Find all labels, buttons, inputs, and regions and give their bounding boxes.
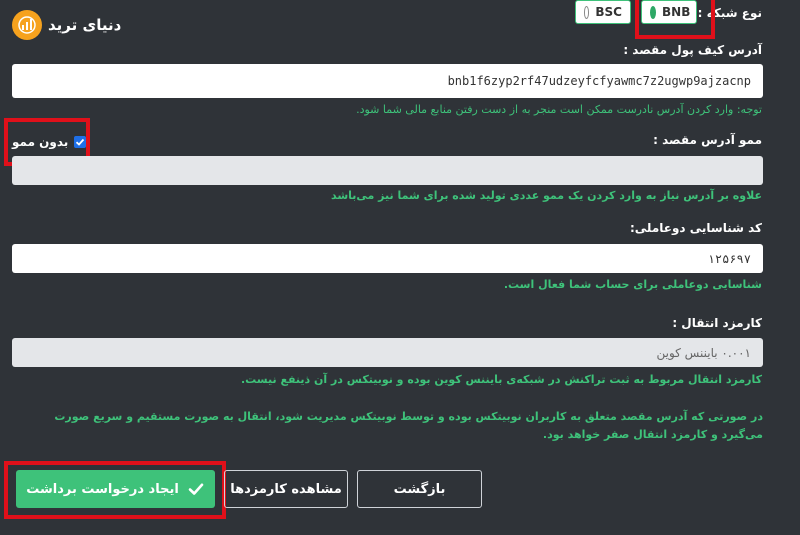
logo-icon (12, 10, 42, 40)
check-icon (76, 138, 85, 146)
memo-hint: علاوه بر آدرس نیاز به وارد کردن یک ممو ع… (330, 189, 762, 202)
view-fees-button[interactable]: مشاهده کارمزدها (224, 470, 348, 508)
fee-value: ۰.۰۰۱ بایننس کوین (656, 345, 751, 360)
wallet-address-warning: توجه: وارد کردن آدرس نادرست ممکن است منج… (356, 103, 762, 116)
check-icon (188, 483, 204, 495)
create-withdrawal-label: ایجاد درخواست برداشت (26, 481, 179, 497)
logo[interactable]: دنیای ترید (12, 8, 121, 42)
wallet-address-label: آدرس کیف پول مقصد : (623, 43, 762, 57)
internal-transfer-note: در صورتی که آدرس مقصد متعلق به کاربران ن… (54, 410, 763, 441)
no-memo-checkbox[interactable] (74, 136, 87, 148)
network-option-bnb[interactable]: BNB (641, 0, 697, 24)
network-option-bsc[interactable]: BSC (575, 0, 631, 24)
no-memo-checkbox-row[interactable]: بدون ممو (12, 134, 87, 150)
no-memo-label: بدون ممو (12, 135, 69, 149)
radio-unselected-icon (584, 5, 590, 19)
two-factor-value: ۱۲۵۶۹۷ (707, 251, 751, 266)
back-label: بازگشت (393, 481, 446, 497)
fee-hint: کارمزد انتقال مربوط به ثبت تراکنش در شبک… (240, 373, 762, 386)
memo-label: ممو آدرس مقصد : (653, 133, 762, 147)
memo-input[interactable] (12, 156, 763, 185)
two-factor-input[interactable]: ۱۲۵۶۹۷ (12, 244, 763, 273)
fee-label: کارمزد انتقال : (672, 316, 762, 330)
wallet-address-value: bnb1f6zyp2rf47udzeyfcfyawmc7z2ugwp9ajzac… (447, 74, 751, 88)
two-factor-label: کد شناسایی دوعاملی: (629, 221, 762, 235)
create-withdrawal-button[interactable]: ایجاد درخواست برداشت (16, 470, 215, 508)
two-factor-hint: شناسایی دوعاملی برای حساب شما فعال است. (503, 278, 762, 291)
fee-input: ۰.۰۰۱ بایننس کوین (12, 338, 763, 367)
back-button[interactable]: بازگشت (357, 470, 482, 508)
network-option-label: BNB (662, 5, 691, 19)
radio-selected-icon (650, 5, 656, 19)
network-option-label: BSC (595, 5, 622, 19)
view-fees-label: مشاهده کارمزدها (230, 481, 342, 497)
logo-text: دنیای ترید (48, 16, 122, 34)
wallet-address-input[interactable]: bnb1f6zyp2rf47udzeyfcfyawmc7z2ugwp9ajzac… (12, 64, 763, 98)
